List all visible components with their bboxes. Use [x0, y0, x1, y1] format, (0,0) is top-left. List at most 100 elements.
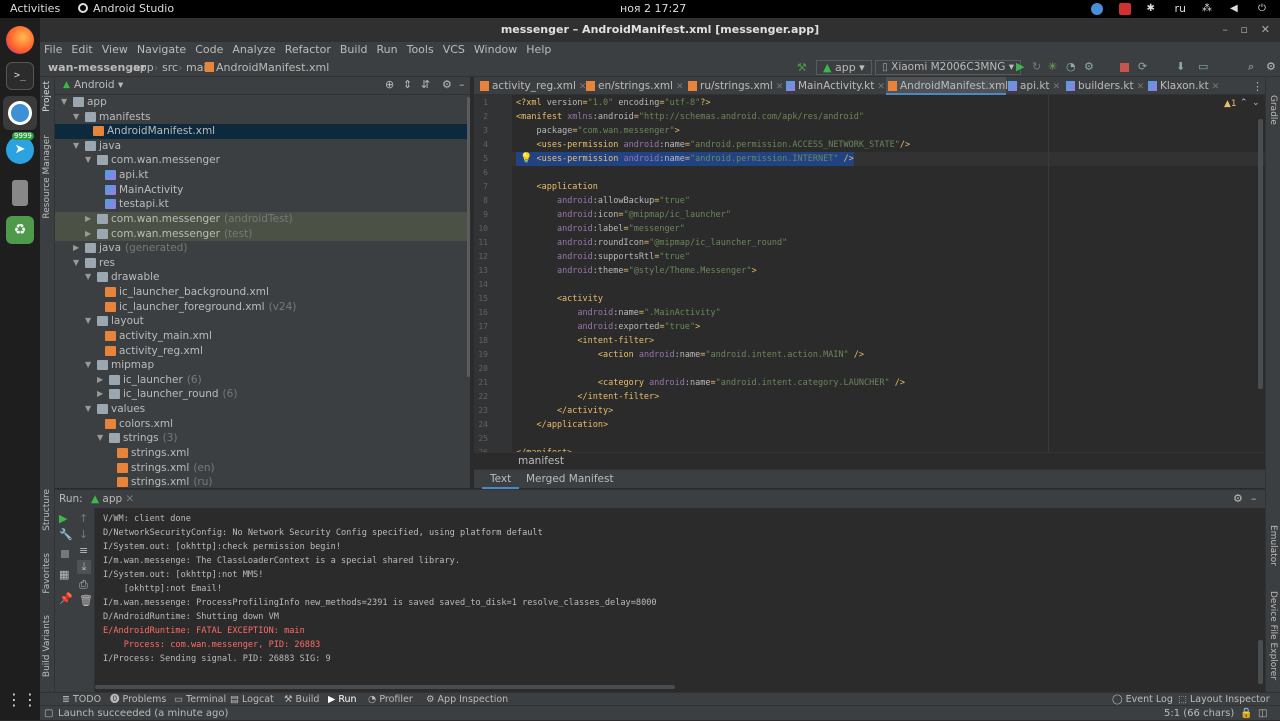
prev-warning-icon[interactable]: ⌄: [1252, 98, 1260, 108]
menu-refactor[interactable]: Refactor: [285, 42, 336, 59]
code-editor[interactable]: 1 2 3 4 5 6 7 8 9 10 11 12 13 14 15 16 17 18 19 20 21 22 23 24 2…: [474, 95, 1265, 452]
run-hide-icon[interactable]: –: [1251, 492, 1257, 505]
expand-arrow-icon[interactable]: ▶: [85, 212, 93, 226]
status-message[interactable]: Launch succeeded (a minute ago): [58, 706, 228, 721]
expand-arrow-icon[interactable]: ▶: [73, 241, 81, 255]
rerun-app-icon[interactable]: ▶: [59, 512, 67, 525]
gradle-tool-tab[interactable]: Gradle: [1268, 95, 1278, 125]
debug-icon[interactable]: ✳: [1048, 60, 1057, 73]
editor-tab[interactable]: activity_reg.xml ✕: [478, 77, 586, 95]
build-wrench-icon[interactable]: 🔧: [59, 528, 73, 541]
show-apps-icon[interactable]: ⋮⋮⋮: [6, 686, 54, 714]
breadcrumb-item[interactable]: wan-messenger: [48, 61, 146, 74]
collapse-arrow-icon[interactable]: ▼: [73, 256, 81, 270]
close-window-button[interactable]: ✕: [1261, 18, 1270, 42]
run-config-selector[interactable]: ▲ app ▾: [816, 60, 872, 75]
panel-settings-icon[interactable]: ⚙: [442, 78, 452, 91]
menu-file[interactable]: File: [44, 42, 67, 59]
expand-arrow-icon[interactable]: ▶: [97, 387, 105, 401]
intention-bulb-icon[interactable]: 💡: [520, 153, 532, 164]
power-icon[interactable]: ⏻: [1258, 3, 1270, 15]
device-file-explorer-tool-tab[interactable]: Device File Explorer: [1268, 591, 1278, 680]
record-tray-icon[interactable]: [1118, 2, 1131, 15]
stop-icon[interactable]: [1120, 63, 1129, 72]
collapse-arrow-icon[interactable]: ▼: [85, 270, 93, 284]
run-settings-icon[interactable]: ⚙: [1233, 492, 1243, 505]
run-console[interactable]: V/WM: client done D/NetworkSecurityConfig…: [95, 508, 1265, 692]
phone-emulator-icon[interactable]: [12, 180, 28, 206]
menu-analyze[interactable]: Analyze: [232, 42, 280, 59]
tree-node[interactable]: ▶ com.wan.messenger (test): [55, 226, 468, 242]
breadcrumb-item[interactable]: app: [133, 61, 154, 74]
collapse-arrow-icon[interactable]: ▼: [85, 153, 93, 167]
tree-node[interactable]: ▶ java (generated): [55, 241, 468, 256]
minimize-button[interactable]: –: [1223, 18, 1229, 42]
hide-panel-icon[interactable]: –: [459, 78, 465, 91]
text-tab[interactable]: Text: [482, 470, 520, 489]
emulator-tool-tab[interactable]: Emulator: [1268, 525, 1278, 566]
tree-node[interactable]: activity_reg.xml: [55, 344, 468, 359]
collapse-arrow-icon[interactable]: ▼: [85, 402, 93, 416]
sdk-manager-icon[interactable]: ⬇: [1176, 60, 1185, 73]
keyboard-layout[interactable]: ru: [1175, 2, 1187, 15]
next-warning-icon[interactable]: ⌃: [1240, 98, 1248, 108]
expand-all-icon[interactable]: ⇵: [421, 78, 430, 91]
volume-icon[interactable]: ◀: [1230, 3, 1242, 15]
xml-crumb[interactable]: manifest: [518, 455, 564, 467]
android-studio-dock-icon[interactable]: [3, 96, 37, 130]
caret-position[interactable]: 5:1 (66 chars): [1164, 706, 1234, 721]
editor-tab[interactable]: MainActivity.kt ✕: [784, 77, 886, 95]
editor-tab[interactable]: builders.kt ✕: [1064, 77, 1146, 95]
search-icon[interactable]: ⌕: [1248, 60, 1254, 74]
menu-window[interactable]: Window: [474, 42, 522, 59]
tree-node[interactable]: testapi.kt: [55, 197, 468, 212]
console-v-scrollbar[interactable]: [1258, 640, 1263, 684]
hammer-build-icon[interactable]: ⚒: [797, 61, 807, 74]
clear-console-icon[interactable]: 🗑: [79, 594, 93, 607]
expand-arrow-icon[interactable]: ▶: [85, 227, 93, 241]
menu-help[interactable]: Help: [526, 42, 556, 59]
telegram-icon[interactable]: ➤: [6, 136, 34, 164]
favorites-tool-tab[interactable]: Favorites: [42, 553, 52, 594]
tree-node[interactable]: ▶ ic_launcher_round (6): [55, 387, 468, 402]
trash-icon[interactable]: ♻: [6, 216, 34, 244]
collapse-arrow-icon[interactable]: ▼: [73, 110, 81, 124]
tree-node[interactable]: AndroidManifest.xml: [55, 124, 468, 139]
tree-node[interactable]: ▼ drawable: [55, 270, 468, 285]
collapse-all-icon[interactable]: ⇕: [403, 78, 412, 91]
close-tab-icon[interactable]: ✕: [776, 82, 784, 92]
tree-node[interactable]: strings.xml: [55, 446, 468, 461]
settings-icon[interactable]: ⚙: [1266, 60, 1276, 73]
firefox-icon[interactable]: [6, 26, 34, 54]
memory-indicator-icon[interactable]: ◫: [1258, 706, 1267, 721]
soft-wrap-icon[interactable]: ≡: [79, 544, 88, 557]
chrome-tray-icon[interactable]: [1090, 2, 1103, 15]
restore-layout-icon[interactable]: ▦: [59, 568, 69, 581]
collapse-arrow-icon[interactable]: ▼: [85, 358, 93, 372]
tree-node[interactable]: ic_launcher_foreground.xml (v24): [55, 300, 468, 315]
tree-node[interactable]: ▼ manifests: [55, 110, 468, 125]
menu-tools[interactable]: Tools: [407, 42, 439, 59]
close-tab-icon[interactable]: ✕: [1137, 82, 1145, 92]
tree-node[interactable]: ▼ mipmap: [55, 358, 468, 373]
tree-node[interactable]: ▼ values: [55, 402, 468, 417]
tree-node[interactable]: ▼ app: [55, 95, 468, 110]
tree-node[interactable]: ▼ strings (3): [55, 431, 468, 446]
bluetooth-icon[interactable]: ✱: [1147, 3, 1159, 15]
stop-run-icon[interactable]: [61, 550, 69, 558]
editor-tab[interactable]: en/strings.xml ✕: [584, 77, 686, 95]
collapse-arrow-icon[interactable]: ▼: [73, 139, 81, 153]
scroll-up-icon[interactable]: ↑: [79, 512, 88, 525]
scroll-down-icon[interactable]: ↓: [79, 528, 88, 541]
menu-vcs[interactable]: VCS: [443, 42, 470, 59]
activities-button[interactable]: Activities: [10, 2, 60, 15]
structure-tool-tab[interactable]: Structure: [42, 489, 52, 531]
project-tool-tab[interactable]: Project: [42, 81, 52, 112]
run-config-tab[interactable]: ▲ app ✕: [91, 493, 134, 505]
editor-scrollbar[interactable]: [1258, 119, 1263, 389]
clock[interactable]: ноя 2 17:27: [620, 2, 686, 15]
console-h-scrollbar[interactable]: [95, 685, 675, 689]
tree-node[interactable]: strings.xml (ru): [55, 475, 468, 488]
maximize-button[interactable]: ▫: [1241, 18, 1248, 42]
tree-node[interactable]: ▼ layout: [55, 314, 468, 329]
